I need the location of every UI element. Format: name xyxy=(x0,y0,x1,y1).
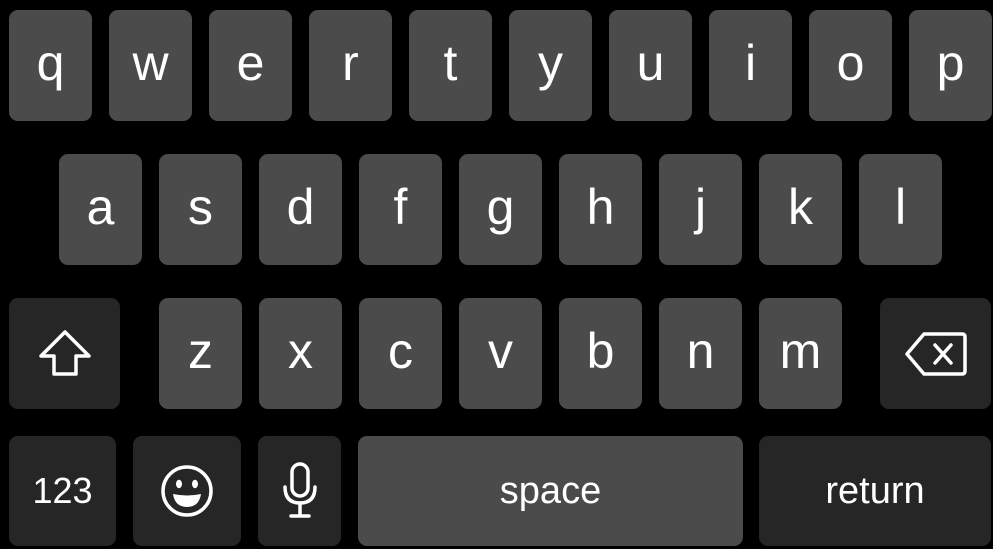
key-x[interactable]: x xyxy=(259,298,342,409)
key-c[interactable]: c xyxy=(359,298,442,409)
numbers-key-label: 123 xyxy=(32,470,93,511)
key-label: w xyxy=(132,34,169,91)
key-m[interactable]: m xyxy=(759,298,842,409)
key-label: x xyxy=(288,322,313,379)
key-label: v xyxy=(488,322,513,379)
key-label: a xyxy=(86,178,115,235)
key-f[interactable]: f xyxy=(359,154,442,265)
key-z[interactable]: z xyxy=(159,298,242,409)
key-w[interactable]: w xyxy=(109,10,192,121)
key-n[interactable]: n xyxy=(659,298,742,409)
key-label: o xyxy=(836,34,865,91)
key-e[interactable]: e xyxy=(209,10,292,121)
key-o[interactable]: o xyxy=(809,10,892,121)
key-label: c xyxy=(388,322,413,379)
key-p[interactable]: p xyxy=(909,10,992,121)
key-label: f xyxy=(393,178,408,235)
space-key[interactable]: space xyxy=(358,436,743,546)
key-label: j xyxy=(694,178,707,235)
key-label: q xyxy=(36,34,65,91)
key-label: u xyxy=(636,34,665,91)
on-screen-keyboard: q w e r t y u i o p a s d f g h j k l z … xyxy=(0,0,993,549)
key-h[interactable]: h xyxy=(559,154,642,265)
key-g[interactable]: g xyxy=(459,154,542,265)
key-label: e xyxy=(236,34,265,91)
key-label: g xyxy=(486,178,515,235)
key-v[interactable]: v xyxy=(459,298,542,409)
key-t[interactable]: t xyxy=(409,10,492,121)
delete-key[interactable] xyxy=(880,298,991,409)
key-y[interactable]: y xyxy=(509,10,592,121)
microphone-key[interactable] xyxy=(258,436,341,546)
key-label: h xyxy=(586,178,615,235)
key-b[interactable]: b xyxy=(559,298,642,409)
key-u[interactable]: u xyxy=(609,10,692,121)
key-label: n xyxy=(686,322,715,379)
smiley-face-icon xyxy=(159,463,215,519)
key-a[interactable]: a xyxy=(59,154,142,265)
return-key[interactable]: return xyxy=(759,436,991,546)
return-key-label: return xyxy=(825,469,925,512)
key-q[interactable]: q xyxy=(9,10,92,121)
key-label: t xyxy=(443,34,458,91)
key-label: i xyxy=(744,34,757,91)
key-k[interactable]: k xyxy=(759,154,842,265)
key-label: b xyxy=(586,322,615,379)
key-label: s xyxy=(188,178,213,235)
key-label: p xyxy=(936,34,965,91)
key-label: m xyxy=(779,322,822,379)
space-key-label: space xyxy=(499,469,602,512)
microphone-icon xyxy=(280,461,320,521)
key-label: r xyxy=(342,34,359,91)
key-label: y xyxy=(538,34,563,91)
key-label: k xyxy=(788,178,813,235)
key-d[interactable]: d xyxy=(259,154,342,265)
key-label: z xyxy=(188,322,213,379)
shift-arrow-icon xyxy=(37,328,93,380)
emoji-key[interactable] xyxy=(133,436,241,546)
shift-key[interactable] xyxy=(9,298,120,409)
key-s[interactable]: s xyxy=(159,154,242,265)
key-label: l xyxy=(894,178,907,235)
numbers-key[interactable]: 123 xyxy=(9,436,116,546)
key-label: d xyxy=(286,178,315,235)
key-r[interactable]: r xyxy=(309,10,392,121)
key-j[interactable]: j xyxy=(659,154,742,265)
key-l[interactable]: l xyxy=(859,154,942,265)
backspace-delete-icon xyxy=(904,331,968,377)
key-i[interactable]: i xyxy=(709,10,792,121)
